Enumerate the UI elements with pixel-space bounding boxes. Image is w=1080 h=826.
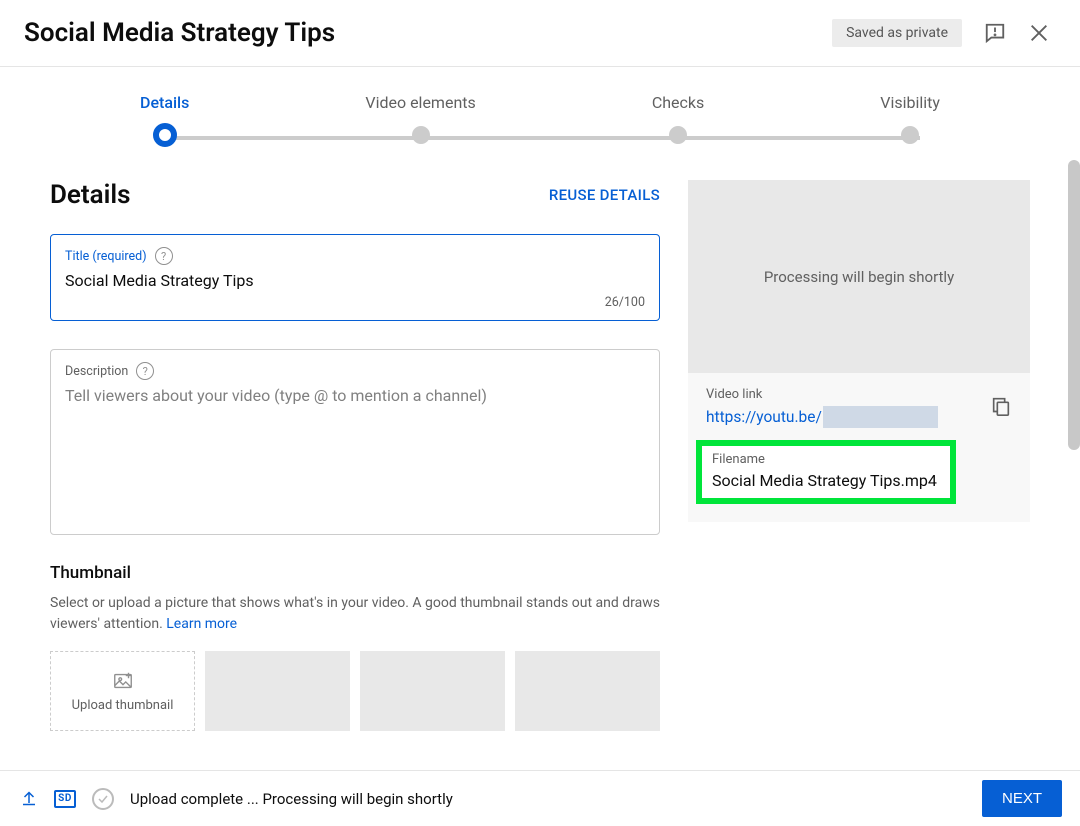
thumbnail-description: Select or upload a picture that shows wh… xyxy=(50,593,660,635)
step-details[interactable]: Details xyxy=(140,93,189,150)
title-field[interactable]: Title (required) ? 26/100 xyxy=(50,234,660,321)
reuse-details-button[interactable]: REUSE DETAILS xyxy=(549,186,660,204)
preview-meta: Video link https://youtu.be/ Filename So… xyxy=(688,373,1030,522)
copy-link-icon[interactable] xyxy=(990,395,1012,421)
dialog-footer: SD Upload complete ... Processing will b… xyxy=(0,770,1080,826)
title-label: Title (required) ? xyxy=(65,247,645,265)
sd-badge: SD xyxy=(54,790,76,808)
thumbnail-slot xyxy=(515,651,660,731)
progress-stepper: Details Video elements Checks Visibility xyxy=(0,67,1080,150)
thumbnail-slot xyxy=(360,651,505,731)
footer-status: SD Upload complete ... Processing will b… xyxy=(20,787,453,811)
title-char-counter: 26/100 xyxy=(605,295,645,310)
filename-value: Social Media Strategy Tips.mp4 xyxy=(712,471,940,490)
step-indicator-icon xyxy=(412,126,430,144)
description-label: Description ? xyxy=(65,362,645,380)
scrollbar[interactable] xyxy=(1068,160,1080,450)
step-label: Details xyxy=(140,93,189,112)
step-label: Checks xyxy=(652,93,704,112)
video-preview: Processing will begin shortly xyxy=(688,180,1030,373)
preview-column: Processing will begin shortly Video link… xyxy=(688,180,1030,760)
description-field[interactable]: Description ? xyxy=(50,349,660,535)
filename-label: Filename xyxy=(712,452,940,467)
step-visibility[interactable]: Visibility xyxy=(880,93,940,144)
step-indicator-icon xyxy=(153,123,177,147)
stepper-line xyxy=(160,136,920,140)
video-link-mask xyxy=(823,406,938,428)
details-column: Details REUSE DETAILS Title (required) ?… xyxy=(50,180,660,760)
page-title: Social Media Strategy Tips xyxy=(24,18,335,48)
help-icon[interactable]: ? xyxy=(155,247,173,265)
help-icon[interactable]: ? xyxy=(136,362,154,380)
title-input[interactable] xyxy=(65,271,645,290)
step-video-elements[interactable]: Video elements xyxy=(365,93,475,144)
video-link-label: Video link xyxy=(706,387,938,402)
close-icon[interactable] xyxy=(1028,22,1050,44)
step-label: Visibility xyxy=(880,93,940,112)
description-input[interactable] xyxy=(65,386,645,516)
filename-box: Filename Social Media Strategy Tips.mp4 xyxy=(696,440,956,504)
feedback-icon[interactable] xyxy=(984,22,1006,44)
upload-status-text: Upload complete ... Processing will begi… xyxy=(130,790,453,808)
step-indicator-icon xyxy=(669,126,687,144)
learn-more-link[interactable]: Learn more xyxy=(166,616,237,632)
image-add-icon xyxy=(111,670,135,692)
save-status-chip: Saved as private xyxy=(832,19,962,47)
video-link[interactable]: https://youtu.be/ xyxy=(706,406,938,428)
step-indicator-icon xyxy=(901,126,919,144)
step-checks[interactable]: Checks xyxy=(652,93,704,144)
thumbnail-slot xyxy=(205,651,350,731)
video-link-row: Video link https://youtu.be/ xyxy=(706,387,1012,428)
section-title: Details xyxy=(50,180,131,210)
check-circle-icon xyxy=(92,788,114,810)
upload-thumbnail-button[interactable]: Upload thumbnail xyxy=(50,651,195,731)
upload-arrow-icon xyxy=(20,787,38,811)
thumbnail-heading: Thumbnail xyxy=(50,563,660,583)
thumbnail-row: Upload thumbnail xyxy=(50,651,660,731)
header-actions: Saved as private xyxy=(832,19,1050,47)
processing-text: Processing will begin shortly xyxy=(764,268,954,286)
next-button[interactable]: NEXT xyxy=(982,780,1062,817)
main-content: Details REUSE DETAILS Title (required) ?… xyxy=(0,150,1080,760)
section-header: Details REUSE DETAILS xyxy=(50,180,660,210)
step-label: Video elements xyxy=(365,93,475,112)
dialog-header: Social Media Strategy Tips Saved as priv… xyxy=(0,0,1080,67)
